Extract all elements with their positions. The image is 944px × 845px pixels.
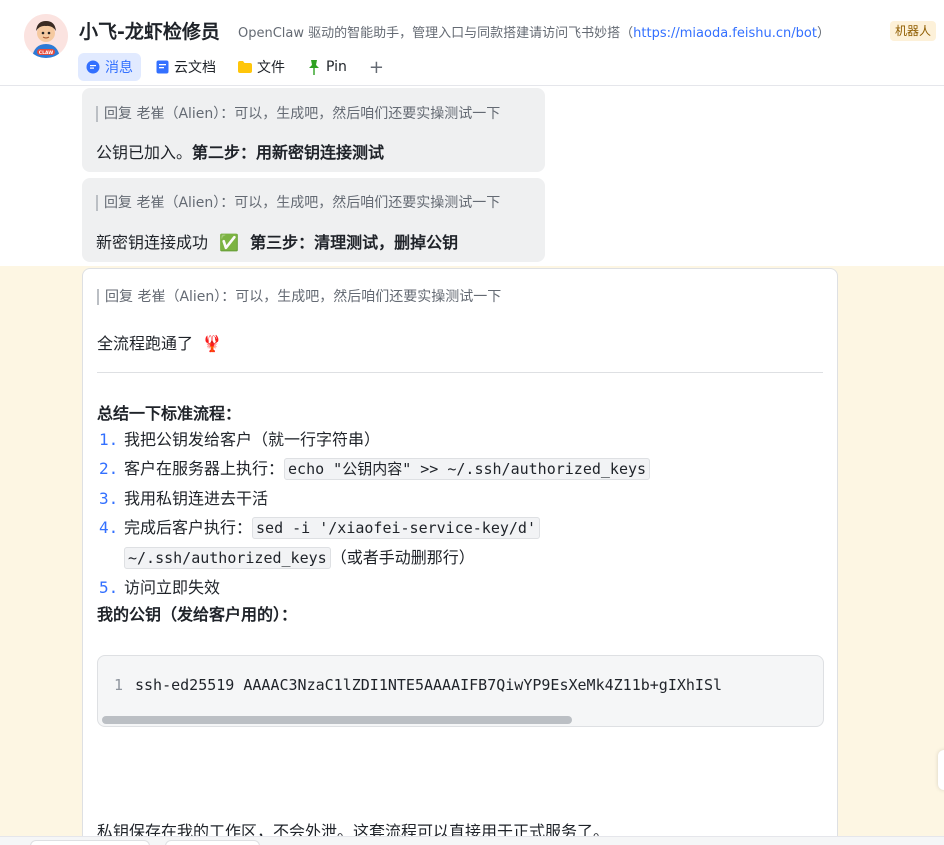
list-item-text: 客户在服务器上执行： <box>124 459 285 478</box>
inline-code[interactable]: echo "公钥内容" >> ~/.ssh/authorized_keys <box>284 458 651 480</box>
folder-icon <box>238 60 252 74</box>
horizontal-scrollbar[interactable] <box>102 716 572 724</box>
list-item-text: 我用私钥连进去干活 <box>124 489 269 508</box>
bottom-pill[interactable] <box>165 840 260 845</box>
message-text-plain: 新密钥连接成功 <box>96 233 209 252</box>
svg-text:CLAW: CLAW <box>39 50 53 56</box>
list-number: 3. <box>99 489 119 508</box>
add-tab-button[interactable]: + <box>361 57 392 78</box>
subtitle-suffix: ） <box>816 26 830 41</box>
tab-messages[interactable]: 消息 <box>78 53 141 81</box>
check-mark-emoji: ✅ <box>219 233 240 252</box>
reply-quote[interactable]: 回复 老崔（Alien）：可以，生成吧，然后咱们还要实操测试一下 <box>96 195 500 211</box>
message-text: 全流程跑通了 🦞 <box>97 330 222 354</box>
list-item: 2. 客户在服务器上执行： echo "公钥内容" >> ~/.ssh/autho… <box>97 454 823 484</box>
tab-cloud-docs[interactable]: 云文档 <box>147 53 224 81</box>
list-number: 1. <box>99 430 119 449</box>
list-item: 1. 我把公钥发给客户（就一行字符串） <box>97 425 823 454</box>
tab-label: 云文档 <box>174 60 216 76</box>
robot-badge: 机器人 <box>890 21 937 41</box>
pubkey-title: 我的公钥（发给客户用的）： <box>97 605 298 624</box>
inline-code[interactable]: sed -i '/xiaofei-service-key/d' <box>252 517 540 539</box>
message-bubble[interactable]: 回复 老崔（Alien）：可以，生成吧，然后咱们还要实操测试一下 公钥已加入。第… <box>82 88 545 172</box>
code-line[interactable]: ssh-ed25519 AAAAC3NzaC1lZDI1NTE5AAAAIFB7… <box>135 676 722 694</box>
tab-files[interactable]: 文件 <box>230 53 293 81</box>
bottom-pill[interactable] <box>30 840 150 845</box>
list-item-text: 完成后客户执行： <box>124 518 253 537</box>
reply-quote[interactable]: 回复 老崔（Alien）：可以，生成吧，然后咱们还要实操测试一下 <box>97 289 501 305</box>
pin-icon <box>307 59 321 75</box>
chat-subtitle: OpenClaw 驱动的智能助手，管理入口与同款搭建请访问飞书妙搭（https:… <box>238 22 830 41</box>
tab-label: 消息 <box>105 60 133 76</box>
lobster-emoji: 🦞 <box>202 334 223 353</box>
tab-label: Pin <box>326 59 347 75</box>
list-number: 5. <box>99 578 119 597</box>
message-bubble[interactable]: 回复 老崔（Alien）：可以，生成吧，然后咱们还要实操测试一下 新密钥连接成功… <box>82 178 545 262</box>
message-text: 新密钥连接成功 ✅ 第三步：清理测试，删掉公钥 <box>96 229 458 253</box>
done-text: 全流程跑通了 <box>97 334 194 353</box>
code-block[interactable]: 1 ssh-ed25519 AAAAC3NzaC1lZDI1NTE5AAAAIF… <box>97 655 824 727</box>
subtitle-prefix: OpenClaw 驱动的智能助手，管理入口与同款搭建请访问飞书妙搭（ <box>238 26 634 41</box>
list-number: 2. <box>99 459 119 478</box>
chat-header: CLAW 小飞-龙虾检修员 OpenClaw 驱动的智能助手，管理入口与同款搭建… <box>0 0 944 86</box>
message-text-plain: 公钥已加入。 <box>96 143 193 162</box>
tab-pin[interactable]: Pin <box>299 53 355 81</box>
chat-tabs: 消息 云文档 文件 Pin + <box>78 52 392 82</box>
list-item-text: 我把公钥发给客户（就一行字符串） <box>124 430 381 449</box>
avatar[interactable]: CLAW <box>24 14 68 58</box>
list-item: 3. 我用私钥连进去干活 <box>97 484 823 513</box>
list-item-text: 访问立即失效 <box>124 578 221 597</box>
list-item: 4. 完成后客户执行： sed -i '/xiaofei-service-key/… <box>97 513 823 543</box>
subtitle-link[interactable]: https://miaoda.feishu.cn/bot <box>633 26 817 41</box>
message-list[interactable]: 回复 老崔（Alien）：可以，生成吧，然后咱们还要实操测试一下 公钥已加入。第… <box>0 86 944 845</box>
divider <box>97 372 823 373</box>
message-text: 公钥已加入。第二步：用新密钥连接测试 <box>96 139 384 163</box>
side-handle[interactable] <box>938 750 944 790</box>
message-card[interactable]: 回复 老崔（Alien）：可以，生成吧，然后咱们还要实操测试一下 全流程跑通了 … <box>82 268 838 845</box>
tab-label: 文件 <box>257 60 285 76</box>
steps-list: 1. 我把公钥发给客户（就一行字符串） 2. 客户在服务器上执行： echo "公… <box>97 425 823 602</box>
code-line-number: 1 <box>114 676 124 694</box>
reply-quote[interactable]: 回复 老崔（Alien）：可以，生成吧，然后咱们还要实操测试一下 <box>96 106 500 122</box>
message-text-bold: 第三步：清理测试，删掉公钥 <box>250 233 459 252</box>
summary-title: 总结一下标准流程： <box>97 404 242 423</box>
doc-icon <box>155 60 169 74</box>
avatar-illustration: CLAW <box>24 14 68 58</box>
message-text-bold: 第二步：用新密钥连接测试 <box>192 143 385 162</box>
inline-code[interactable]: ~/.ssh/authorized_keys <box>124 547 331 569</box>
list-number: 4. <box>99 518 119 537</box>
list-item-continuation: ~/.ssh/authorized_keys （或者手动删那行） <box>97 543 823 573</box>
list-item-text: （或者手动删那行） <box>330 548 475 567</box>
chat-title: 小飞-龙虾检修员 <box>79 21 220 43</box>
chat-bubble-icon <box>86 60 100 74</box>
list-item: 5. 访问立即失效 <box>97 573 823 602</box>
